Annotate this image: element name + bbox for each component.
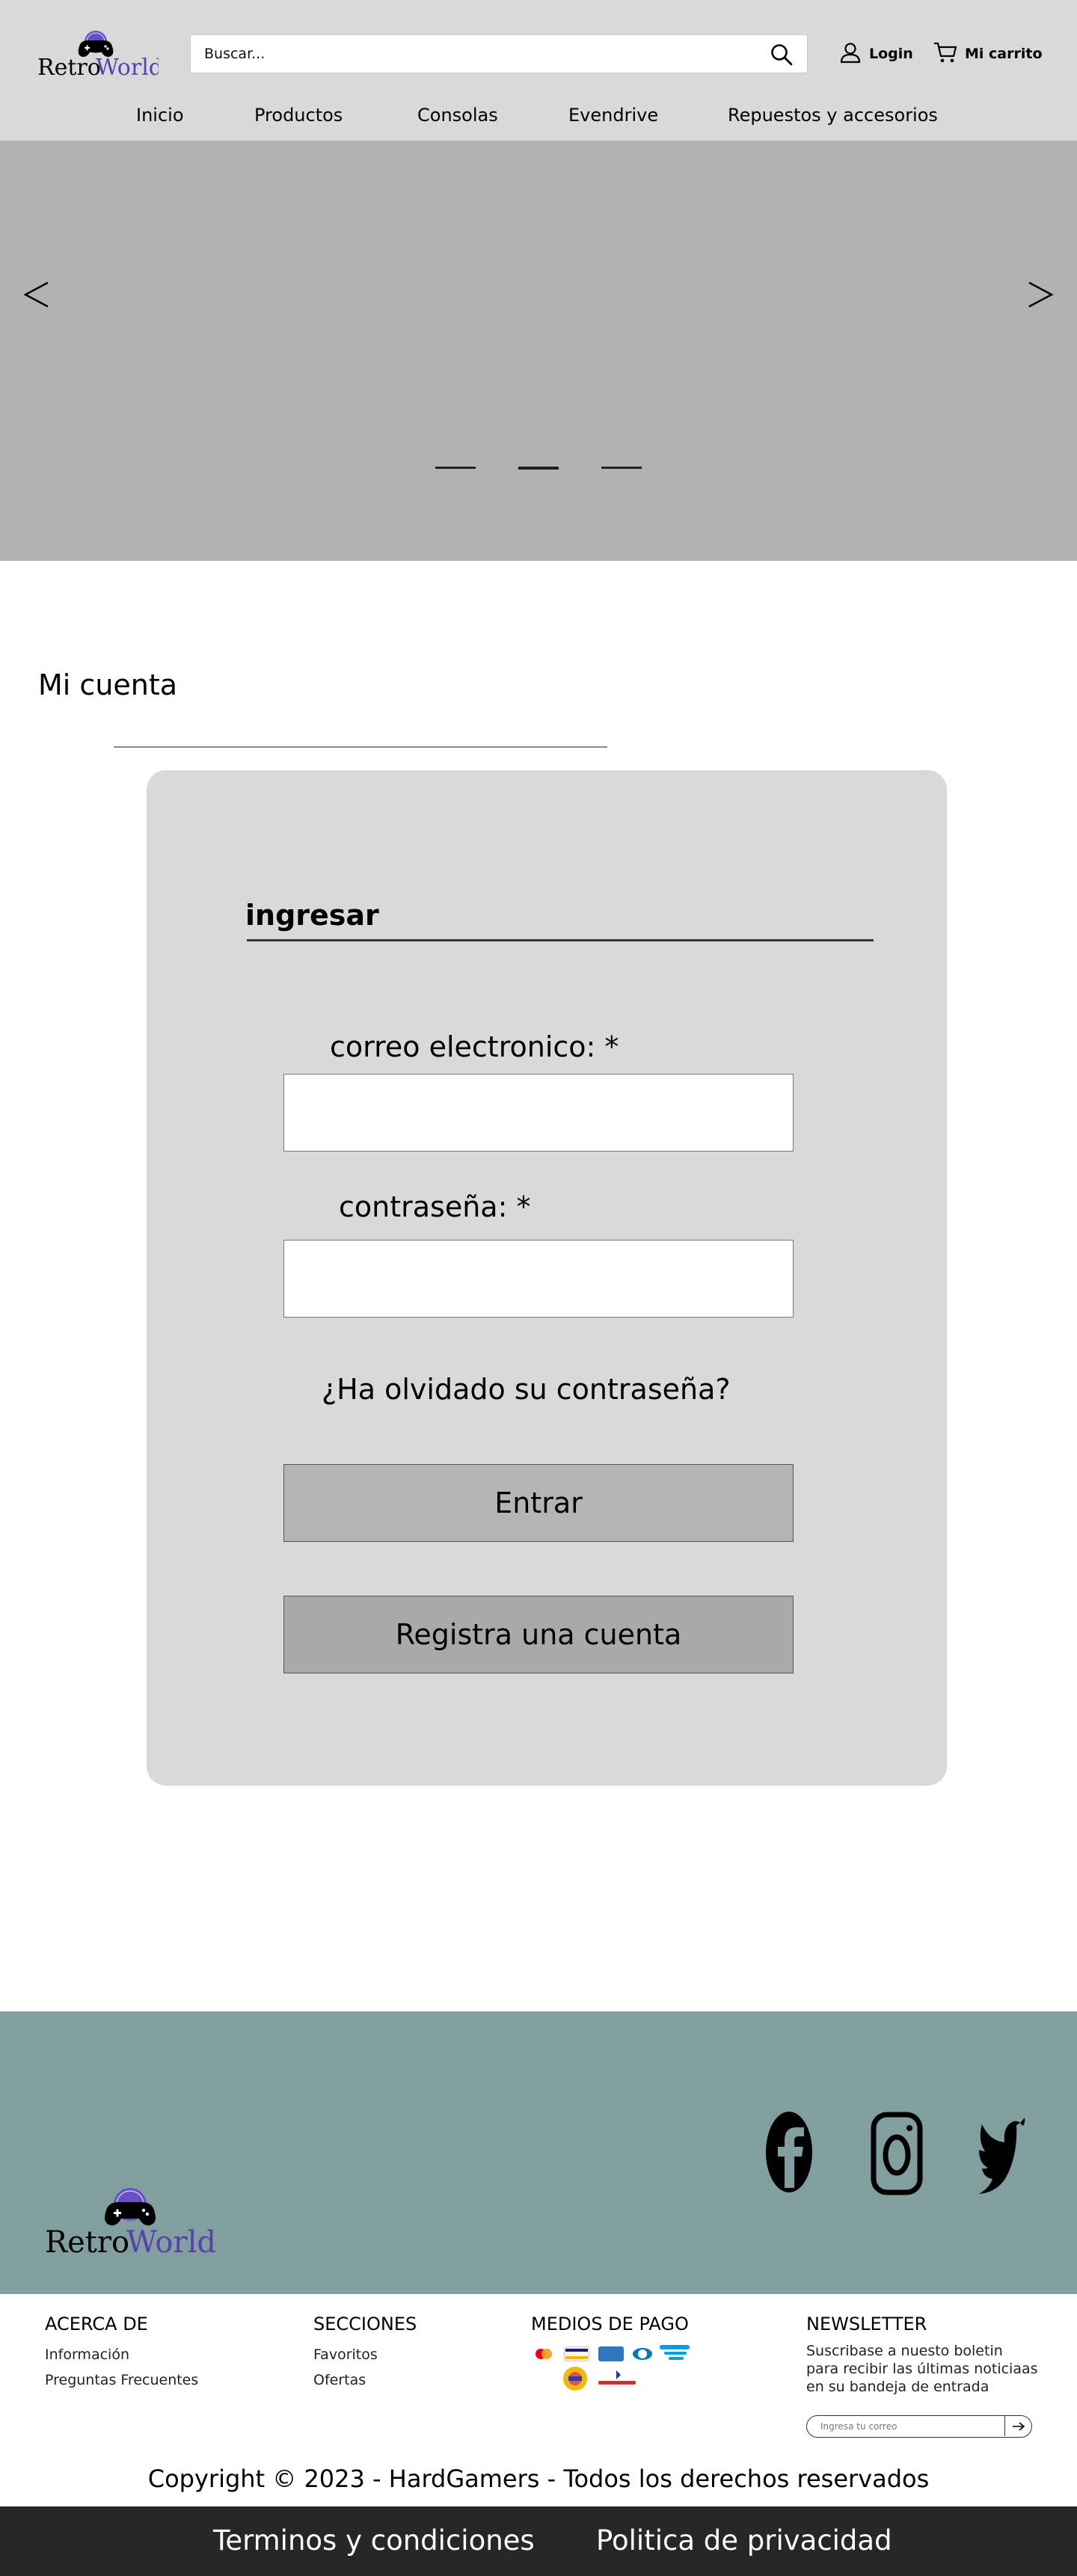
terms-link[interactable]: Terminos y condiciones xyxy=(213,2524,535,2557)
rapipago-icon xyxy=(595,2369,639,2388)
cart-label: Mi carrito xyxy=(965,46,1043,62)
password-field[interactable] xyxy=(284,1241,793,1317)
email-field-box xyxy=(283,1074,794,1152)
logo-controller-icon: Retro World xyxy=(37,31,159,79)
nav-item-productos[interactable]: Productos xyxy=(254,105,343,126)
footer-logo[interactable]: Retro World xyxy=(43,2182,223,2257)
carousel-next-button[interactable] xyxy=(1020,272,1058,317)
email-field[interactable] xyxy=(284,1075,793,1151)
newsletter-submit-button[interactable] xyxy=(1004,2416,1031,2436)
card-heading: ingresar xyxy=(245,899,379,932)
footer-band: Retro World xyxy=(0,2011,1077,2294)
sections-heading: SECCIONES xyxy=(313,2314,417,2334)
nav-item-evendrive[interactable]: Evendrive xyxy=(568,105,658,126)
chevron-left-icon xyxy=(23,281,49,308)
password-field-box xyxy=(283,1240,794,1318)
login-link[interactable]: Login xyxy=(839,39,913,69)
search-icon[interactable] xyxy=(770,43,794,67)
twitter-icon[interactable] xyxy=(977,2113,1026,2198)
chevron-right-icon xyxy=(1028,281,1054,308)
visa-icon xyxy=(564,2346,589,2361)
mercado-pago-icon xyxy=(657,2343,693,2363)
title-divider xyxy=(114,746,607,748)
footer-link-ofertas[interactable]: Ofertas xyxy=(313,2367,417,2393)
facebook-icon[interactable] xyxy=(764,2110,814,2197)
newsletter-email-input[interactable] xyxy=(807,2416,1000,2436)
nav-item-inicio[interactable]: Inicio xyxy=(136,105,184,126)
copyright-text: Copyright © 2023 - HardGamers - Todos lo… xyxy=(147,2465,930,2493)
newsletter-text: Suscribase a nuesto boletin para recibir… xyxy=(806,2343,1038,2395)
cabal-icon xyxy=(562,2366,588,2391)
nav-item-repuestos[interactable]: Repuestos y accesorios xyxy=(728,105,938,126)
payments-heading: MEDIOS DE PAGO xyxy=(531,2314,689,2334)
svg-text:World: World xyxy=(126,2225,216,2257)
svg-text:World: World xyxy=(96,55,159,79)
register-button[interactable]: Registra una cuenta xyxy=(283,1596,794,1673)
mastercard-icon xyxy=(531,2346,556,2361)
hero-carousel xyxy=(0,141,1077,561)
forgot-password-link[interactable]: ¿Ha olvidado su contraseña? xyxy=(322,1373,731,1406)
login-card: ingresar correo electronico: * contraseñ… xyxy=(147,770,947,1786)
footer-sections: SECCIONES Favoritos Ofertas xyxy=(313,2314,417,2393)
carousel-dot-2[interactable] xyxy=(518,467,559,470)
footer-newsletter: NEWSLETTER Suscribase a nuesto boletin p… xyxy=(806,2314,1038,2396)
about-heading: ACERCA DE xyxy=(45,2314,148,2334)
page-title: Mi cuenta xyxy=(38,668,178,701)
login-label: Login xyxy=(869,46,913,62)
footer-logo-controller-icon: Retro World xyxy=(45,2188,216,2257)
privacy-link[interactable]: Politica de privacidad xyxy=(596,2524,892,2557)
main-nav: Inicio Productos Consolas Evendrive Repu… xyxy=(0,99,1077,132)
diners-icon xyxy=(631,2346,654,2361)
cart-icon xyxy=(933,41,957,67)
site-header: Retro World Login Mi carrito Inicio Prod… xyxy=(0,0,1077,141)
password-label: contraseña: * xyxy=(339,1190,531,1223)
newsletter-form xyxy=(806,2415,1032,2438)
carousel-dot-1[interactable] xyxy=(435,467,476,469)
carousel-prev-button[interactable] xyxy=(19,272,57,317)
site-logo[interactable]: Retro World xyxy=(36,27,159,79)
nav-item-consolas[interactable]: Consolas xyxy=(417,105,498,126)
newsletter-heading: NEWSLETTER xyxy=(806,2314,927,2334)
footer-link-faq[interactable]: Preguntas Frecuentes xyxy=(45,2367,198,2393)
amex-icon xyxy=(598,2346,624,2361)
search-bar xyxy=(190,34,808,73)
legal-bar: Terminos y condiciones Politica de priva… xyxy=(0,2506,1077,2576)
user-icon xyxy=(839,41,862,67)
footer-link-informacion[interactable]: Información xyxy=(45,2342,198,2367)
email-label: correo electronico: * xyxy=(330,1030,619,1063)
svg-text:Retro: Retro xyxy=(45,2225,129,2257)
footer-about: ACERCA DE Información Preguntas Frecuent… xyxy=(45,2314,198,2393)
arrow-right-icon xyxy=(1012,2421,1025,2431)
carousel-dot-3[interactable] xyxy=(601,467,642,469)
cart-link[interactable]: Mi carrito xyxy=(933,39,1043,69)
footer-link-favoritos[interactable]: Favoritos xyxy=(313,2342,417,2367)
footer-payments: MEDIOS DE PAGO xyxy=(531,2314,689,2342)
login-button[interactable]: Entrar xyxy=(283,1464,794,1542)
instagram-icon[interactable] xyxy=(871,2112,923,2198)
search-input[interactable] xyxy=(191,35,767,73)
svg-text:Retro: Retro xyxy=(37,55,101,79)
card-heading-divider xyxy=(247,939,874,941)
